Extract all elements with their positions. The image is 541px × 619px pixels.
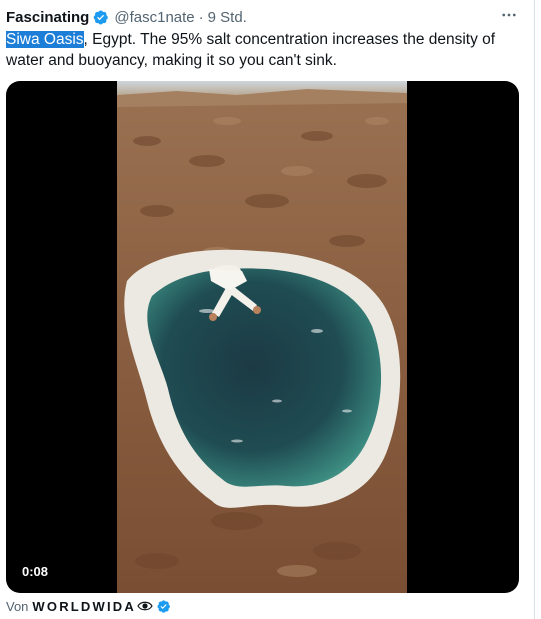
attribution-source[interactable]: WORLDWIDA — [32, 599, 136, 614]
video-player[interactable]: 0:08 — [6, 81, 519, 593]
attribution: Von WORLDWIDA — [6, 597, 171, 615]
tweet-text: Siwa Oasis, Egypt. The 95% salt concentr… — [6, 29, 528, 71]
panel-border — [534, 0, 535, 619]
eye-icon — [137, 600, 153, 612]
video-duration: 0:08 — [15, 561, 56, 582]
timestamp[interactable]: 9 Std. — [208, 9, 247, 26]
author-name[interactable]: Fascinating — [6, 9, 89, 26]
attribution-prefix: Von — [6, 598, 29, 614]
video-thumbnail — [117, 81, 407, 593]
author-handle[interactable]: @fasc1nate — [114, 9, 194, 26]
header-separator: · — [198, 8, 204, 26]
more-horizontal-icon[interactable] — [494, 4, 524, 26]
verified-badge-icon[interactable] — [92, 9, 109, 26]
location-link[interactable]: Siwa Oasis — [6, 31, 84, 48]
tweet-header: Fascinating @fasc1nate · 9 Std. — [6, 6, 247, 28]
verified-badge-icon[interactable] — [156, 599, 171, 614]
